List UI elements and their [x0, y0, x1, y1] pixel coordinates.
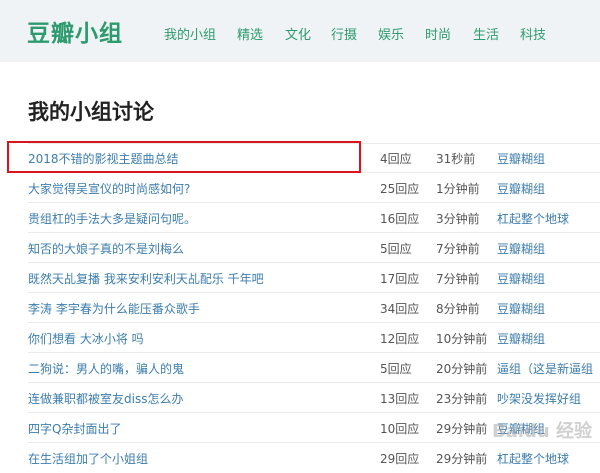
discussion-title-link[interactable]: 大家觉得吴宣仪的时尚感如何? [28, 180, 190, 197]
group-link[interactable]: 豆瓣糊组 [497, 180, 545, 197]
group-link[interactable]: 豆瓣糊组 [497, 300, 545, 317]
top-bar: 豆瓣小组 我的小组 精选 文化 行摄 娱乐 时尚 生活 科技 [0, 0, 600, 62]
post-time: 29分钟前 [436, 420, 487, 437]
post-time: 3分钟前 [436, 210, 480, 227]
group-link[interactable]: 豆瓣糊组 [497, 150, 545, 167]
discussion-row: 知否的大娘子真的不是刘梅么 5回应 7分钟前 豆瓣糊组 [0, 233, 600, 263]
group-link[interactable]: 杠起整个地球 [497, 210, 569, 227]
nav-item-entertainment[interactable]: 娱乐 [378, 24, 404, 43]
group-link[interactable]: 吵架没发挥好组 [497, 390, 581, 407]
nav-item-culture[interactable]: 文化 [285, 24, 311, 43]
reply-count: 5回应 [380, 240, 412, 257]
reply-count: 25回应 [380, 180, 419, 197]
post-time: 31秒前 [436, 150, 475, 167]
nav-item-tech[interactable]: 科技 [520, 24, 546, 43]
highlight-box [7, 141, 361, 173]
discussion-row: 在生活组加了个小姐组 29回应 29分钟前 杠起整个地球 [0, 443, 600, 473]
page-title: 我的小组讨论 [28, 96, 154, 126]
reply-count: 10回应 [380, 420, 419, 437]
post-time: 1分钟前 [436, 180, 480, 197]
post-time: 10分钟前 [436, 330, 487, 347]
group-link[interactable]: 逼组（这是新逼组 [497, 360, 593, 377]
post-time: 23分钟前 [436, 390, 487, 407]
discussion-row: 李涛 李宇春为什么能压番众歌手 34回应 8分钟前 豆瓣糊组 [0, 293, 600, 323]
discussion-row: 连做兼职都被室友diss怎么办 13回应 23分钟前 吵架没发挥好组 [0, 383, 600, 413]
discussion-title-link[interactable]: 既然天乩复播 我来安利安利天乩配乐 千年吧 [28, 270, 264, 287]
discussion-title-link[interactable]: 四字Q杂封面出了 [28, 420, 121, 437]
reply-count: 12回应 [380, 330, 419, 347]
discussion-row: 大家觉得吴宣仪的时尚感如何? 25回应 1分钟前 豆瓣糊组 [0, 173, 600, 203]
post-time: 8分钟前 [436, 300, 480, 317]
nav-item-life[interactable]: 生活 [473, 24, 499, 43]
discussion-title-link[interactable]: 贵组杠的手法大多是疑问句呢。 [28, 210, 196, 227]
discussion-row: 二狗说：男人的嘴，骗人的鬼 5回应 20分钟前 逼组（这是新逼组 [0, 353, 600, 383]
watermark: Baidu 经验 [492, 417, 592, 443]
group-link[interactable]: 豆瓣糊组 [497, 330, 545, 347]
reply-count: 29回应 [380, 450, 419, 467]
site-logo[interactable]: 豆瓣小组 [27, 14, 123, 48]
nav-item-travel[interactable]: 行摄 [331, 24, 357, 43]
discussion-row: 既然天乩复播 我来安利安利天乩配乐 千年吧 17回应 7分钟前 豆瓣糊组 [0, 263, 600, 293]
nav-item-fashion[interactable]: 时尚 [425, 24, 451, 43]
discussion-title-link[interactable]: 连做兼职都被室友diss怎么办 [28, 390, 183, 407]
nav-item-featured[interactable]: 精选 [237, 24, 263, 43]
discussion-title-link[interactable]: 在生活组加了个小姐组 [28, 450, 148, 467]
discussion-row: 贵组杠的手法大多是疑问句呢。 16回应 3分钟前 杠起整个地球 [0, 203, 600, 233]
group-link[interactable]: 豆瓣糊组 [497, 240, 545, 257]
group-link[interactable]: 豆瓣糊组 [497, 270, 545, 287]
post-time: 29分钟前 [436, 450, 487, 467]
reply-count: 16回应 [380, 210, 419, 227]
post-time: 7分钟前 [436, 240, 480, 257]
discussion-title-link[interactable]: 李涛 李宇春为什么能压番众歌手 [28, 300, 200, 317]
discussion-title-link[interactable]: 你们想看 大冰小将 吗 [28, 330, 144, 347]
post-time: 7分钟前 [436, 270, 480, 287]
discussion-title-link[interactable]: 知否的大娘子真的不是刘梅么 [28, 240, 184, 257]
discussion-title-link[interactable]: 二狗说：男人的嘴，骗人的鬼 [28, 360, 184, 377]
discussion-row: 你们想看 大冰小将 吗 12回应 10分钟前 豆瓣糊组 [0, 323, 600, 353]
reply-count: 17回应 [380, 270, 419, 287]
group-link[interactable]: 杠起整个地球 [497, 450, 569, 467]
post-time: 20分钟前 [436, 360, 487, 377]
reply-count: 34回应 [380, 300, 419, 317]
reply-count: 13回应 [380, 390, 419, 407]
reply-count: 5回应 [380, 360, 412, 377]
reply-count: 4回应 [380, 150, 412, 167]
nav-item-my-groups[interactable]: 我的小组 [164, 24, 216, 43]
